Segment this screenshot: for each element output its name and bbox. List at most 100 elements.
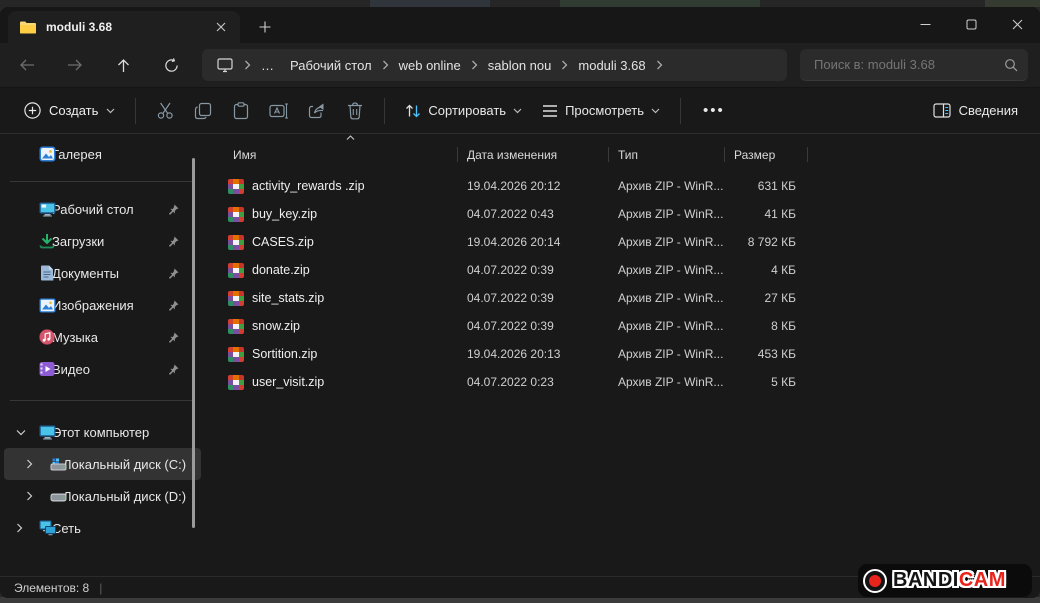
column-header-size[interactable]: Размер xyxy=(725,141,808,168)
breadcrumb-item-desktop[interactable]: Рабочий стол xyxy=(282,52,380,78)
details-pane-button[interactable]: Сведения xyxy=(925,97,1026,124)
gallery-icon xyxy=(39,146,56,162)
explorer-tab[interactable]: moduli 3.68 xyxy=(8,11,240,43)
sidebar-item-downloads[interactable]: Загрузки xyxy=(4,225,201,257)
music-icon xyxy=(39,329,55,345)
more-options-button[interactable]: ••• xyxy=(691,98,737,123)
maximize-button[interactable] xyxy=(948,7,994,41)
column-header-label: Тип xyxy=(618,148,638,162)
file-type: Архив ZIP - WinR... xyxy=(609,179,725,193)
paste-button[interactable] xyxy=(222,94,260,128)
view-button[interactable]: Просмотреть xyxy=(532,97,670,124)
tab-close-button[interactable] xyxy=(210,16,232,38)
new-tab-button[interactable] xyxy=(252,14,278,40)
bandicam-watermark: BANDICAM xyxy=(858,564,1032,597)
pictures-icon xyxy=(39,298,56,313)
sidebar-item-pictures[interactable]: Изображения xyxy=(4,289,201,321)
column-header-date[interactable]: Дата изменения xyxy=(458,141,609,168)
sort-button-label: Сортировать xyxy=(428,103,506,118)
delete-button[interactable] xyxy=(336,94,374,128)
winrar-zip-icon xyxy=(228,291,244,306)
file-size: 453 КБ xyxy=(725,347,808,361)
cut-button[interactable] xyxy=(146,94,184,128)
column-header-name[interactable]: Имя xyxy=(205,141,458,168)
sidebar-item-this-pc[interactable]: Этот компьютер xyxy=(4,416,201,448)
file-name: Sortition.zip xyxy=(252,347,317,361)
new-button[interactable]: Создать xyxy=(14,96,125,125)
breadcrumb-item-web-online[interactable]: web online xyxy=(391,52,469,78)
breadcrumb-item-sablon-nou[interactable]: sablon nou xyxy=(480,52,560,78)
file-type: Архив ZIP - WinR... xyxy=(609,207,725,221)
forward-button[interactable] xyxy=(58,49,92,81)
column-headers: Имя Дата изменения Тип xyxy=(205,141,1040,168)
search-icon[interactable] xyxy=(1004,58,1018,72)
share-button[interactable] xyxy=(298,94,336,128)
command-bar: Создать xyxy=(0,88,1040,134)
sidebar-item-label: Сеть xyxy=(52,521,201,536)
sidebar-item-disk-d[interactable]: Локальный диск (D:) xyxy=(4,480,201,512)
breadcrumb: … Рабочий стол web online sablon nou mod… xyxy=(202,49,787,81)
sort-button[interactable]: Сортировать xyxy=(395,97,532,125)
rename-icon xyxy=(269,103,289,119)
search-box[interactable] xyxy=(800,49,1028,81)
pin-icon xyxy=(168,268,179,279)
file-row[interactable]: CASES.zip 19.04.2026 20:14 Архив ZIP - W… xyxy=(205,228,1040,256)
maximize-icon xyxy=(966,19,977,30)
file-size: 8 792 КБ xyxy=(725,235,808,249)
breadcrumb-root[interactable] xyxy=(208,52,242,78)
monitor-icon xyxy=(216,57,234,73)
file-row[interactable]: activity_rewards .zip 19.04.2026 20:12 А… xyxy=(205,172,1040,200)
copy-button[interactable] xyxy=(184,94,222,128)
chevron-down-icon xyxy=(106,108,115,114)
breadcrumb-item-moduli[interactable]: moduli 3.68 xyxy=(570,52,653,78)
file-row[interactable]: user_visit.zip 04.07.2022 0:23 Архив ZIP… xyxy=(205,368,1040,396)
up-button[interactable] xyxy=(106,49,140,81)
sidebar-item-disk-c[interactable]: Локальный диск (C:) xyxy=(4,448,201,480)
column-header-label: Размер xyxy=(734,148,775,162)
tab-title: moduli 3.68 xyxy=(46,20,210,34)
pin-icon xyxy=(168,332,179,343)
sidebar-item-desktop[interactable]: Рабочий стол xyxy=(4,193,201,225)
search-input[interactable] xyxy=(814,57,1004,72)
new-button-label: Создать xyxy=(49,103,98,118)
file-size: 27 КБ xyxy=(725,291,808,305)
file-type: Архив ZIP - WinR... xyxy=(609,347,725,361)
chevron-right-icon[interactable] xyxy=(26,491,33,501)
file-type: Архив ZIP - WinR... xyxy=(609,375,725,389)
chevron-right-icon[interactable] xyxy=(16,523,23,533)
sidebar-item-network[interactable]: Сеть xyxy=(4,512,201,544)
pin-icon xyxy=(168,204,179,215)
sidebar-item-gallery[interactable]: Галерея xyxy=(4,138,201,170)
arrow-right-icon xyxy=(67,58,83,72)
file-size: 631 КБ xyxy=(725,179,808,193)
file-date: 04.07.2022 0:43 xyxy=(458,207,609,221)
rename-button[interactable] xyxy=(260,94,298,128)
file-row[interactable]: site_stats.zip 04.07.2022 0:39 Архив ZIP… xyxy=(205,284,1040,312)
pin-icon xyxy=(168,236,179,247)
file-row[interactable]: buy_key.zip 04.07.2022 0:43 Архив ZIP - … xyxy=(205,200,1040,228)
column-header-type[interactable]: Тип xyxy=(609,141,725,168)
chevron-right-icon[interactable] xyxy=(26,459,33,469)
minimize-icon xyxy=(920,19,931,30)
back-button[interactable] xyxy=(10,49,44,81)
file-name: donate.zip xyxy=(252,263,310,277)
column-separator[interactable] xyxy=(807,147,808,162)
column-header-label: Дата изменения xyxy=(467,148,557,162)
chevron-down-icon[interactable] xyxy=(16,429,26,436)
file-list: Имя Дата изменения Тип xyxy=(205,134,1040,576)
sidebar-scrollbar[interactable] xyxy=(192,158,195,528)
breadcrumb-overflow[interactable]: … xyxy=(253,52,282,78)
file-row[interactable]: Sortition.zip 19.04.2026 20:13 Архив ZIP… xyxy=(205,340,1040,368)
sidebar-divider xyxy=(10,181,195,182)
sidebar-item-documents[interactable]: Документы xyxy=(4,257,201,289)
minimize-button[interactable] xyxy=(902,7,948,41)
file-name: snow.zip xyxy=(252,319,300,333)
refresh-button[interactable] xyxy=(154,49,188,81)
sidebar-item-music[interactable]: Музыка xyxy=(4,321,201,353)
file-row[interactable]: snow.zip 04.07.2022 0:39 Архив ZIP - Win… xyxy=(205,312,1040,340)
toolbar-divider xyxy=(135,98,136,124)
sidebar-item-videos[interactable]: Видео xyxy=(4,353,201,385)
file-type: Архив ZIP - WinR... xyxy=(609,291,725,305)
close-window-button[interactable] xyxy=(994,7,1040,41)
file-row[interactable]: donate.zip 04.07.2022 0:39 Архив ZIP - W… xyxy=(205,256,1040,284)
